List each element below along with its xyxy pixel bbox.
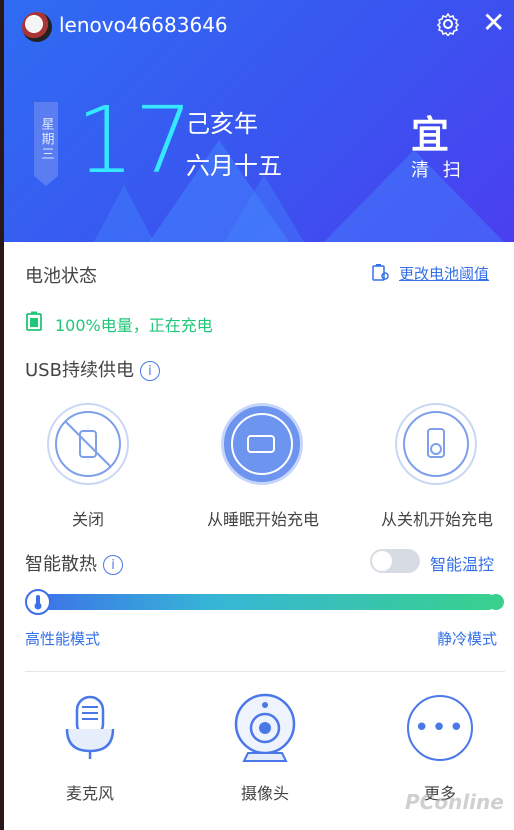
avatar[interactable]: [22, 12, 52, 42]
battery-status: 100%电量，正在充电: [55, 316, 213, 335]
smart-temp-toggle[interactable]: [370, 549, 420, 573]
usb-sleep-charge-button[interactable]: [221, 403, 303, 485]
more-icon[interactable]: •••: [407, 695, 473, 761]
close-icon[interactable]: ✕: [482, 8, 505, 38]
mode-left-label: 高性能模式: [25, 630, 101, 648]
cooling-section-title: 智能散热 i: [25, 550, 123, 576]
weekday-badge: 星期三: [34, 102, 58, 186]
battery-section-title: 电池状态: [25, 266, 97, 287]
lunar-year: 己亥年: [186, 110, 258, 138]
usb-shutdown-charge-button[interactable]: [395, 403, 477, 485]
decor-triangle: [224, 175, 304, 242]
info-icon[interactable]: i: [139, 361, 160, 381]
usb-option-label: 从睡眠开始充电: [206, 510, 319, 529]
camera-icon[interactable]: [230, 693, 300, 763]
mode-right-label: 静冷模式: [437, 630, 498, 648]
change-threshold-link[interactable]: 更改电池阈值: [399, 263, 489, 284]
battery-icon: [26, 311, 42, 331]
header-banner: lenovo46683646 ✕ 星期三 17 己亥年 六月十五 宜 清 扫: [4, 0, 514, 242]
gear-icon[interactable]: [436, 12, 460, 38]
bottom-item-label: 摄像头: [240, 784, 289, 803]
watermark: PConline: [405, 790, 504, 814]
cooling-mode-slider[interactable]: [26, 594, 496, 610]
microphone-icon[interactable]: [55, 693, 125, 763]
bottom-item-label: 麦克风: [65, 784, 114, 803]
divider: [25, 671, 505, 672]
slider-thumb[interactable]: [25, 589, 51, 615]
username: lenovo46683646: [59, 13, 228, 37]
battery-settings-icon: [370, 262, 390, 282]
usb-option-label: 关闭: [71, 510, 104, 529]
day-number: 17: [76, 87, 194, 194]
suitable-item: 清 扫: [411, 160, 465, 181]
suitable-title: 宜: [411, 113, 450, 157]
smart-temp-label[interactable]: 智能温控: [430, 551, 494, 575]
slider-end-dot: [488, 594, 504, 610]
lunar-date: 六月十五: [186, 152, 282, 180]
usb-title-text: USB持续供电: [25, 360, 134, 381]
usb-option-label: 从关机开始充电: [380, 510, 493, 529]
usb-section-title: USB持续供电 i: [25, 356, 160, 382]
cooling-title-text: 智能散热: [25, 554, 97, 575]
info-icon[interactable]: i: [103, 555, 123, 575]
toggle-knob: [372, 551, 392, 571]
usb-off-button[interactable]: [47, 403, 129, 485]
